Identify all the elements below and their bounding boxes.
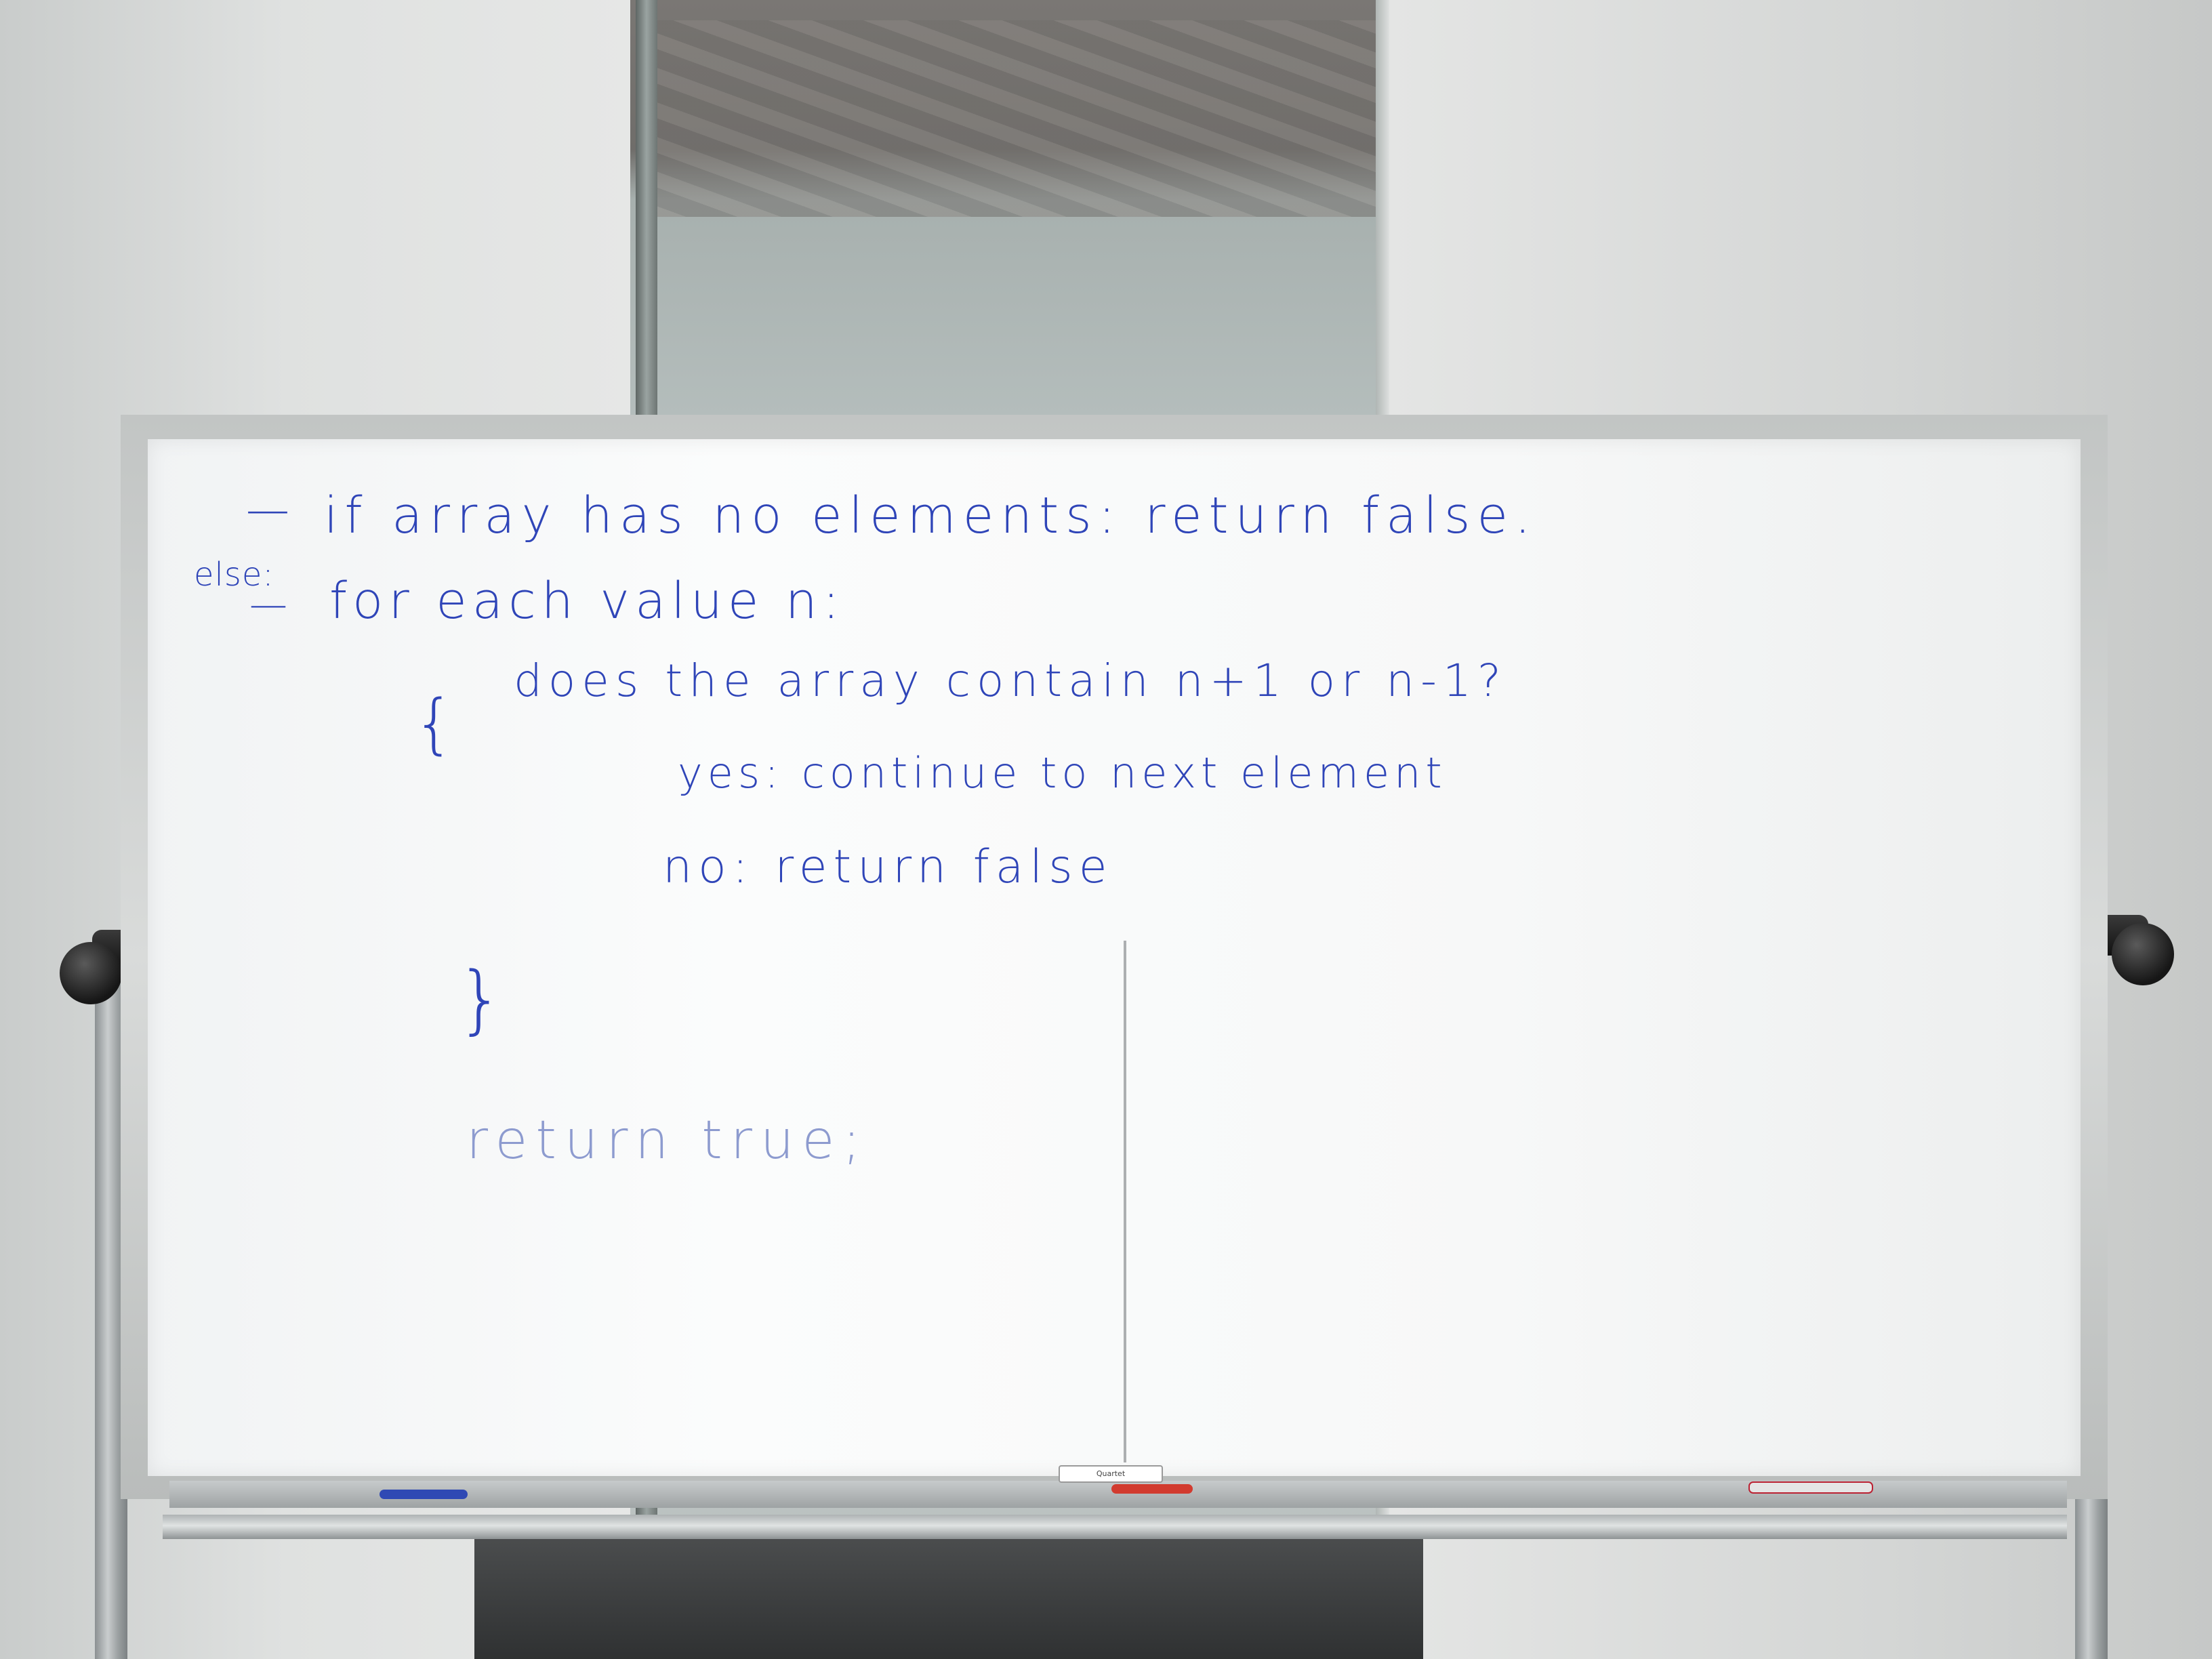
handwritten-line-3: does the array contain n+1 or n-1?	[514, 655, 1507, 707]
marker-white	[1748, 1481, 1873, 1494]
brace-close: }	[457, 956, 504, 1042]
stand-crossbar	[163, 1515, 2067, 1539]
handwritten-line-6: return true;	[466, 1110, 869, 1171]
handwritten-line-5: no: return false	[663, 840, 1113, 894]
brace-open: {	[413, 686, 455, 762]
dash-2: —	[249, 583, 291, 627]
photo-scene: — if array has no elements: return false…	[0, 0, 2212, 1659]
marker-blue	[380, 1490, 468, 1499]
dash-1: —	[246, 485, 293, 535]
center-line	[1124, 941, 1126, 1462]
brand-label: Quartet	[1059, 1465, 1163, 1483]
tilt-knob-left	[60, 942, 122, 1004]
tilt-knob-right	[2112, 923, 2174, 985]
ceiling-reflection	[657, 20, 1382, 217]
floor	[474, 1528, 1423, 1659]
marker-red	[1111, 1484, 1193, 1494]
whiteboard: — if array has no elements: return false…	[148, 439, 2081, 1476]
handwritten-line-4: yes: continue to next element	[678, 748, 1447, 798]
handwritten-line-2: for each value n:	[329, 572, 845, 630]
handwritten-line-1: if array has no elements: return false.	[324, 487, 1538, 545]
